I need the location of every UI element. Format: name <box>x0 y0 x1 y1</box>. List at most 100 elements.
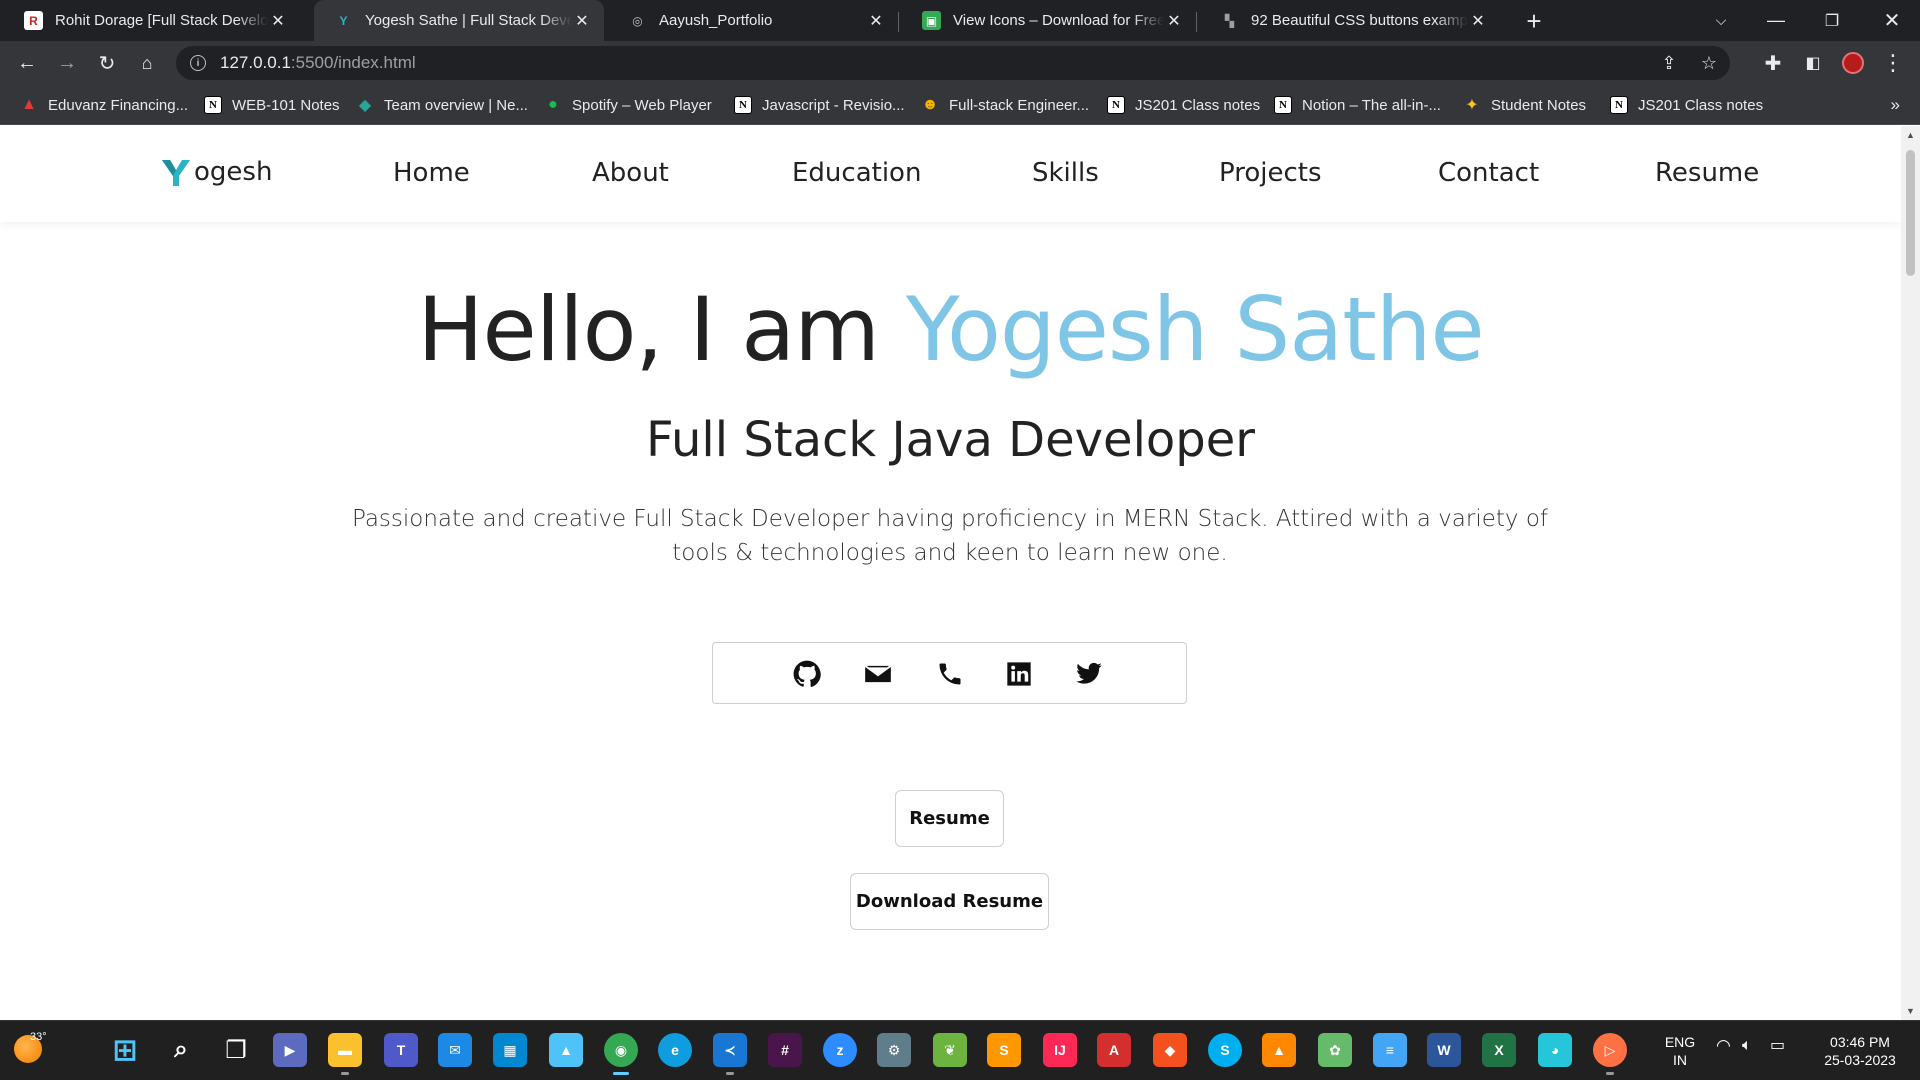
download-resume-button[interactable]: Download Resume <box>850 873 1049 930</box>
logo-text: ogesh <box>194 157 273 187</box>
tab-close-icon[interactable]: ✕ <box>866 11 886 31</box>
nav-link-education[interactable]: Education <box>792 158 921 188</box>
taskbar-mail-icon[interactable]: ✉ <box>438 1033 472 1067</box>
volume-icon[interactable]: 🔈︎ <box>1742 1037 1752 1055</box>
taskbar-search-icon[interactable]: ⌕ <box>164 1033 198 1067</box>
tab-close-icon[interactable]: ✕ <box>268 11 288 31</box>
taskbar-skype-icon[interactable]: S <box>1208 1033 1242 1067</box>
taskbar-media-player-icon[interactable]: ▷ <box>1593 1033 1627 1075</box>
browser-tab[interactable]: ◎ Aayush_Portfolio ✕ <box>608 0 898 41</box>
linkedin-icon[interactable] <box>1004 659 1034 689</box>
bookmark-item[interactable]: ● Spotify – Web Player <box>544 85 712 125</box>
taskbar-photos-icon[interactable]: ▲ <box>549 1033 583 1067</box>
browser-tab[interactable]: Y Yogesh Sathe | Full Stack Developer✕ <box>314 0 604 41</box>
bookmarks-overflow-button[interactable]: » <box>1891 85 1900 125</box>
tab-title: Yogesh Sathe | Full Stack Developer <box>365 12 572 29</box>
twitter-icon[interactable] <box>1074 659 1104 689</box>
taskbar-settings-icon[interactable]: ⚙ <box>877 1033 911 1067</box>
nav-link-about[interactable]: About <box>592 158 669 188</box>
taskbar-file-explorer-icon[interactable]: ▬ <box>328 1033 362 1075</box>
taskbar-slack-icon[interactable]: # <box>768 1033 802 1067</box>
taskbar-teams-icon[interactable]: T <box>384 1033 418 1067</box>
taskbar-git-icon[interactable]: ◆ <box>1153 1033 1187 1067</box>
taskbar-excel-icon[interactable]: X <box>1482 1033 1516 1067</box>
tab-close-icon[interactable]: ✕ <box>1468 11 1488 31</box>
taskbar-edge-icon[interactable]: e <box>658 1033 692 1067</box>
taskbar-vlc-icon[interactable]: ▲ <box>1262 1033 1296 1067</box>
scrollbar-thumb[interactable] <box>1906 150 1915 276</box>
minimize-icon[interactable]: — <box>1748 0 1804 41</box>
taskbar-acrobat-icon[interactable]: A <box>1097 1033 1131 1067</box>
bookmark-star-icon[interactable]: ☆ <box>1692 46 1726 80</box>
profile-avatar[interactable] <box>1838 48 1868 78</box>
scroll-up-icon[interactable]: ▲ <box>1901 130 1920 140</box>
tab-search-icon[interactable]: ⌵ <box>1693 0 1749 41</box>
browser-tab[interactable]: ▚ 92 Beautiful CSS buttons examples ✕ <box>1200 0 1500 41</box>
bookmark-item[interactable]: ✦ Student Notes <box>1463 85 1586 125</box>
page-scrollbar[interactable]: ▲ ▼ <box>1901 126 1920 1020</box>
battery-icon[interactable]: ▭ <box>1770 1037 1785 1055</box>
tab-close-icon[interactable]: ✕ <box>1164 11 1184 31</box>
restore-icon[interactable]: ❐ <box>1804 0 1860 41</box>
phone-icon[interactable] <box>935 659 965 689</box>
taskbar-notepad-icon[interactable]: ≡ <box>1373 1033 1407 1067</box>
taskbar-store-icon[interactable]: ▦ <box>493 1033 527 1067</box>
address-bar[interactable]: i 127.0.0.1:5500/index.html ⇪ ☆ <box>176 46 1730 80</box>
share-icon[interactable]: ⇪ <box>1652 46 1686 80</box>
taskbar-spring-icon[interactable]: ❦ <box>933 1033 967 1067</box>
clock[interactable]: 03:46 PM 25-03-2023 <box>1810 1033 1910 1069</box>
hero-role: Full Stack Java Developer <box>646 412 1255 468</box>
resume-button[interactable]: Resume <box>895 790 1004 847</box>
taskbar-start-icon[interactable]: ⊞ <box>108 1033 142 1067</box>
tab-favicon-icon: ◎ <box>632 13 643 28</box>
nav-link-home[interactable]: Home <box>393 158 470 188</box>
bookmark-item[interactable]: N WEB-101 Notes <box>204 85 340 125</box>
nav-link-resume[interactable]: Resume <box>1655 158 1759 188</box>
taskbar-vscode-icon[interactable]: ≺ <box>713 1033 747 1075</box>
hero-name: Yogesh Sathe <box>905 278 1485 381</box>
reload-icon[interactable]: ↻ <box>92 48 122 78</box>
side-panel-icon[interactable]: ◧ <box>1798 48 1828 78</box>
nav-link-skills[interactable]: Skills <box>1032 158 1099 188</box>
bookmark-item[interactable]: ◆ Team overview | Ne... <box>356 85 528 125</box>
close-window-icon[interactable]: ✕ <box>1864 0 1920 41</box>
nav-link-projects[interactable]: Projects <box>1219 158 1322 188</box>
bookmark-item[interactable]: N JS201 Class notes <box>1610 85 1763 125</box>
taskbar-intellij-icon[interactable]: IJ <box>1043 1033 1077 1067</box>
scroll-down-icon[interactable]: ▼ <box>1901 1006 1920 1016</box>
menu-kebab-icon[interactable]: ⋮ <box>1878 48 1908 78</box>
taskbar-task-view-icon[interactable]: ❐ <box>219 1033 253 1067</box>
taskbar-paint-icon[interactable]: ◕ <box>1538 1033 1572 1067</box>
tab-close-icon[interactable]: ✕ <box>572 11 592 31</box>
language-indicator[interactable]: ENG IN <box>1660 1033 1700 1069</box>
running-indicator <box>613 1072 629 1075</box>
bookmark-item[interactable]: ☻ Full-stack Engineer... <box>921 85 1089 125</box>
bookmark-item[interactable]: N Javascript - Revisio... <box>734 85 905 125</box>
bookmark-favicon-icon: ▲ <box>21 96 37 113</box>
taskbar-meet-icon[interactable]: ▶ <box>273 1033 307 1067</box>
taskbar-cursor-icon[interactable]: ✿ <box>1318 1033 1352 1067</box>
back-icon[interactable]: ← <box>12 48 42 78</box>
home-icon[interactable]: ⌂ <box>132 48 162 78</box>
bookmark-item[interactable]: ▲ Eduvanz Financing... <box>20 85 188 125</box>
bookmark-label: Notion – The all-in-... <box>1302 96 1441 114</box>
forward-icon[interactable]: → <box>52 48 82 78</box>
taskbar-chrome-icon[interactable]: ◉ <box>604 1033 638 1075</box>
site-info-icon[interactable]: i <box>190 55 206 71</box>
site-logo[interactable]: ogesh <box>160 156 272 188</box>
new-tab-button[interactable]: + <box>1520 6 1548 37</box>
bookmark-item[interactable]: N Notion – The all-in-... <box>1274 85 1441 125</box>
windows-taskbar: 33° ⊞ ⌕ ❐ ▶ ▬ T ✉ ▦ ▲ ◉ e ≺ # z ⚙ ❦ S IJ A ◆ S ▲ ✿ ≡ W X ◕ ▷ ENG IN… <box>0 1020 1920 1080</box>
nav-link-contact[interactable]: Contact <box>1438 158 1539 188</box>
taskbar-zoom-icon[interactable]: z <box>823 1033 857 1067</box>
taskbar-sublime-icon[interactable]: S <box>987 1033 1021 1067</box>
browser-tab[interactable]: ▣ View Icons – Download for Free in ✕ <box>902 0 1196 41</box>
mail-icon[interactable] <box>863 659 893 689</box>
region-code: IN <box>1673 1052 1687 1068</box>
github-icon[interactable] <box>792 659 822 689</box>
taskbar-word-icon[interactable]: W <box>1427 1033 1461 1067</box>
wifi-icon[interactable]: ◠ <box>1716 1037 1731 1055</box>
browser-tab[interactable]: R Rohit Dorage [Full Stack Developer]✕ <box>4 0 300 41</box>
extensions-icon[interactable]: ✚ <box>1758 48 1788 78</box>
bookmark-item[interactable]: N JS201 Class notes <box>1107 85 1260 125</box>
